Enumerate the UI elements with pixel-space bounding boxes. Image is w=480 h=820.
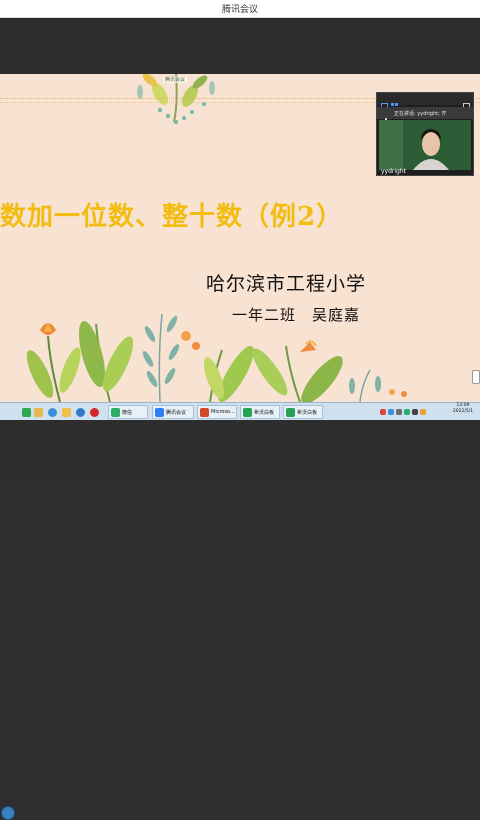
taskbar-item-label: 希沃白板 bbox=[254, 409, 275, 416]
grid-icon[interactable] bbox=[391, 95, 398, 110]
taskbar-item-label: 微信 bbox=[122, 409, 133, 416]
taskbar-item-label: 腾讯会议 bbox=[166, 409, 187, 416]
side-panel-toggle[interactable] bbox=[472, 370, 480, 384]
meeting-watermark: 腾讯会议 bbox=[163, 76, 188, 83]
participant-name: yydright bbox=[381, 168, 407, 175]
bottom-margin bbox=[0, 420, 480, 480]
windows-taskbar: 微信 腾讯会议 Microso... 希沃白板 希沃白板 bbox=[0, 402, 480, 820]
ie-icon[interactable] bbox=[76, 405, 87, 419]
slide-heading: 数加一位数、整十数（例2） bbox=[0, 202, 344, 232]
network-icon[interactable] bbox=[388, 409, 394, 415]
title-bar: 腾讯会议 bbox=[0, 0, 480, 18]
taskbar-item-label: 希沃白板 bbox=[297, 409, 318, 416]
play-icon[interactable] bbox=[22, 405, 33, 419]
antivirus-icon[interactable] bbox=[380, 409, 386, 415]
browser-icon[interactable] bbox=[48, 405, 59, 419]
taskbar-item-label: Microso... bbox=[211, 409, 235, 415]
taskbar-clock[interactable]: 13:09 2022/5/1 bbox=[446, 403, 480, 415]
folder-icon[interactable] bbox=[34, 405, 45, 419]
volume-icon[interactable] bbox=[396, 409, 402, 415]
video-toolbar bbox=[377, 93, 473, 110]
top-margin bbox=[0, 18, 480, 74]
bottom-plants-illustration bbox=[26, 313, 407, 402]
window-title: 腾讯会议 bbox=[221, 5, 258, 15]
start-button[interactable] bbox=[1, 806, 15, 820]
taskbar-item-seewo-1[interactable]: 希沃白板 bbox=[240, 405, 280, 419]
expand-icon[interactable] bbox=[463, 95, 470, 110]
media-icon[interactable] bbox=[90, 405, 101, 419]
school-name: 哈尔滨市工程小学 bbox=[206, 273, 367, 295]
speaking-indicator: 正在讲话: yydright; 齐 bbox=[377, 107, 473, 119]
seewo-icon bbox=[243, 407, 252, 417]
participant-camera bbox=[379, 120, 471, 170]
wechat-tray-icon[interactable] bbox=[404, 409, 410, 415]
seewo-icon bbox=[286, 407, 295, 417]
teacher-video-frame bbox=[379, 120, 471, 170]
tencent-meeting-icon bbox=[155, 407, 164, 417]
notification-icon[interactable] bbox=[420, 409, 426, 415]
explorer-icon[interactable] bbox=[62, 405, 73, 419]
input-method-icon[interactable] bbox=[412, 409, 418, 415]
powerpoint-icon bbox=[200, 407, 209, 417]
taskbar-item-wechat[interactable]: 微信 bbox=[108, 405, 148, 419]
taskbar-item-tencent-meeting[interactable]: 腾讯会议 bbox=[152, 405, 194, 419]
taskbar-item-powerpoint[interactable]: Microso... bbox=[197, 405, 237, 419]
minimize-icon[interactable] bbox=[453, 95, 460, 109]
tray-icons bbox=[380, 405, 428, 419]
class-and-student: 一年二班 吴庭嘉 bbox=[232, 306, 361, 324]
clock-date: 2022/5/1 bbox=[452, 409, 474, 414]
wechat-icon bbox=[111, 407, 120, 417]
video-thumbnail-panel[interactable]: 正在讲话: yydright; 齐 yydright bbox=[376, 92, 474, 176]
taskbar-item-seewo-2[interactable]: 希沃白板 bbox=[283, 405, 323, 419]
layout-icon[interactable] bbox=[381, 95, 388, 110]
